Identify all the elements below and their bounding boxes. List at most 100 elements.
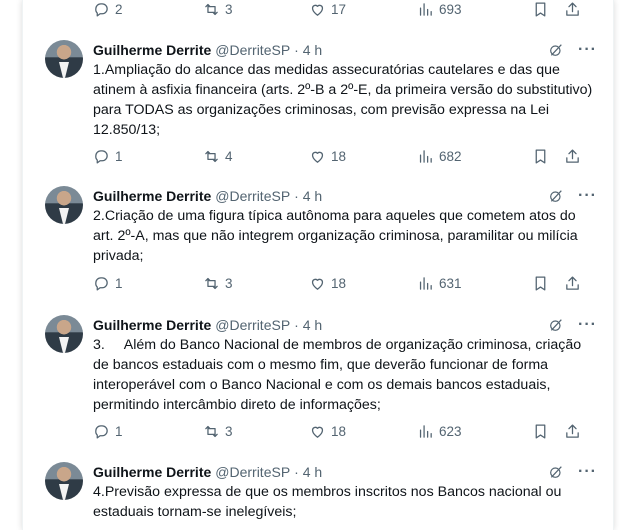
avatar[interactable] (45, 40, 83, 78)
author-name[interactable]: Guilherme Derrite (93, 464, 211, 480)
author-handle[interactable]: @DerriteSP (215, 317, 290, 333)
views-count: 682 (439, 148, 462, 164)
views-button[interactable]: 623 (417, 423, 532, 440)
retweet-icon (205, 277, 218, 289)
bookmark-button[interactable] (532, 148, 564, 165)
tweet-text: 2.Criação de uma figura típica autônoma … (93, 208, 578, 264)
views-icon (419, 2, 432, 16)
bookmark-icon (535, 148, 546, 164)
reply-icon (95, 424, 108, 439)
reply-icon (95, 276, 108, 291)
tweet-text: 1.Ampliação do alcance das medidas assec… (93, 62, 593, 138)
tweet-actions: 1 4 18 682 (93, 144, 584, 168)
views-button[interactable]: 693 (417, 1, 532, 18)
retweet-button[interactable]: 4 (203, 148, 309, 165)
retweet-count: 3 (225, 275, 233, 291)
views-icon (419, 276, 432, 290)
reply-button[interactable]: 2 (93, 1, 203, 18)
bookmark-button[interactable] (532, 1, 564, 18)
tweet-time[interactable]: · 4 h (294, 42, 322, 58)
author-handle[interactable]: @DerriteSP (215, 42, 290, 58)
reply-count: 1 (115, 148, 123, 164)
share-icon (566, 423, 579, 438)
share-button[interactable] (564, 148, 584, 165)
like-icon (311, 426, 324, 438)
grok-icon (550, 44, 562, 56)
reply-count: 1 (115, 423, 123, 439)
tweet-text: 4.Previsão expressa de que os membros in… (93, 484, 562, 520)
more-icon[interactable]: ··· (578, 316, 597, 334)
reply-button[interactable]: 1 (93, 423, 203, 440)
like-button[interactable]: 18 (309, 423, 417, 440)
share-button[interactable] (564, 423, 584, 440)
share-icon (566, 1, 579, 16)
more-icon[interactable]: ··· (578, 187, 597, 205)
retweet-count: 3 (225, 1, 233, 17)
author-name[interactable]: Guilherme Derrite (93, 42, 211, 58)
author-handle[interactable]: @DerriteSP (215, 188, 290, 204)
grok-button[interactable] (548, 317, 564, 333)
more-icon[interactable]: ··· (578, 463, 597, 481)
retweet-count: 4 (225, 148, 233, 164)
retweet-button[interactable]: 3 (203, 423, 309, 440)
views-button[interactable]: 631 (417, 275, 532, 292)
avatar[interactable] (45, 186, 83, 224)
tweet-header: Guilherme Derrite @DerriteSP · 4 h ··· (93, 186, 597, 206)
tweet-header: Guilherme Derrite @DerriteSP · 4 h ··· (93, 462, 597, 482)
bookmark-button[interactable] (532, 423, 564, 440)
tweet-actions: 2 3 17 693 (93, 0, 584, 21)
grok-button[interactable] (548, 188, 564, 204)
reply-icon (95, 2, 108, 17)
author-handle[interactable]: @DerriteSP (215, 464, 290, 480)
tweet-time[interactable]: · 4 h (294, 464, 322, 480)
share-icon (566, 148, 579, 163)
grok-button[interactable] (548, 464, 564, 480)
reply-count: 1 (115, 275, 123, 291)
reply-button[interactable]: 1 (93, 148, 203, 165)
grok-icon (550, 190, 562, 202)
avatar[interactable] (45, 315, 83, 353)
like-button[interactable]: 18 (309, 275, 417, 292)
reply-icon (95, 149, 108, 164)
retweet-icon (205, 150, 218, 162)
views-count: 623 (439, 423, 462, 439)
like-icon (311, 151, 324, 163)
views-count: 631 (439, 275, 462, 291)
avatar[interactable] (45, 462, 83, 500)
retweet-icon (205, 3, 218, 15)
views-count: 693 (439, 1, 462, 17)
tweet-actions: 1 3 18 631 (93, 271, 584, 295)
views-button[interactable]: 682 (417, 148, 532, 165)
like-button[interactable]: 17 (309, 1, 417, 18)
tweet-time[interactable]: · 4 h (294, 188, 322, 204)
retweet-count: 3 (225, 423, 233, 439)
share-icon (566, 275, 579, 290)
reply-button[interactable]: 1 (93, 275, 203, 292)
views-icon (419, 424, 432, 438)
author-name[interactable]: Guilherme Derrite (93, 188, 211, 204)
author-name[interactable]: Guilherme Derrite (93, 317, 211, 333)
tweet-time[interactable]: · 4 h (294, 317, 322, 333)
retweet-button[interactable]: 3 (203, 1, 309, 18)
grok-button[interactable] (548, 42, 564, 58)
tweet-text: 3. Além do Banco Nacional de membros de … (93, 337, 586, 413)
share-button[interactable] (564, 1, 584, 18)
retweet-button[interactable]: 3 (203, 275, 309, 292)
like-button[interactable]: 18 (309, 148, 417, 165)
grok-icon (550, 466, 562, 478)
bookmark-icon (535, 275, 546, 291)
share-button[interactable] (564, 275, 584, 292)
tweet-header: Guilherme Derrite @DerriteSP · 4 h ··· (93, 40, 597, 60)
tweet-header: Guilherme Derrite @DerriteSP · 4 h ··· (93, 315, 597, 335)
like-count: 18 (331, 275, 347, 291)
retweet-icon (205, 425, 218, 437)
reply-count: 2 (115, 1, 123, 17)
tweet-actions: 1 3 18 623 (93, 419, 584, 443)
like-icon (311, 4, 324, 16)
timeline: 2 3 17 693 Guilherme Derrite @DerriteSP … (22, 0, 614, 530)
more-icon[interactable]: ··· (578, 41, 597, 59)
bookmark-icon (535, 1, 546, 17)
bookmark-button[interactable] (532, 275, 564, 292)
grok-icon (550, 319, 562, 331)
like-icon (311, 278, 324, 290)
